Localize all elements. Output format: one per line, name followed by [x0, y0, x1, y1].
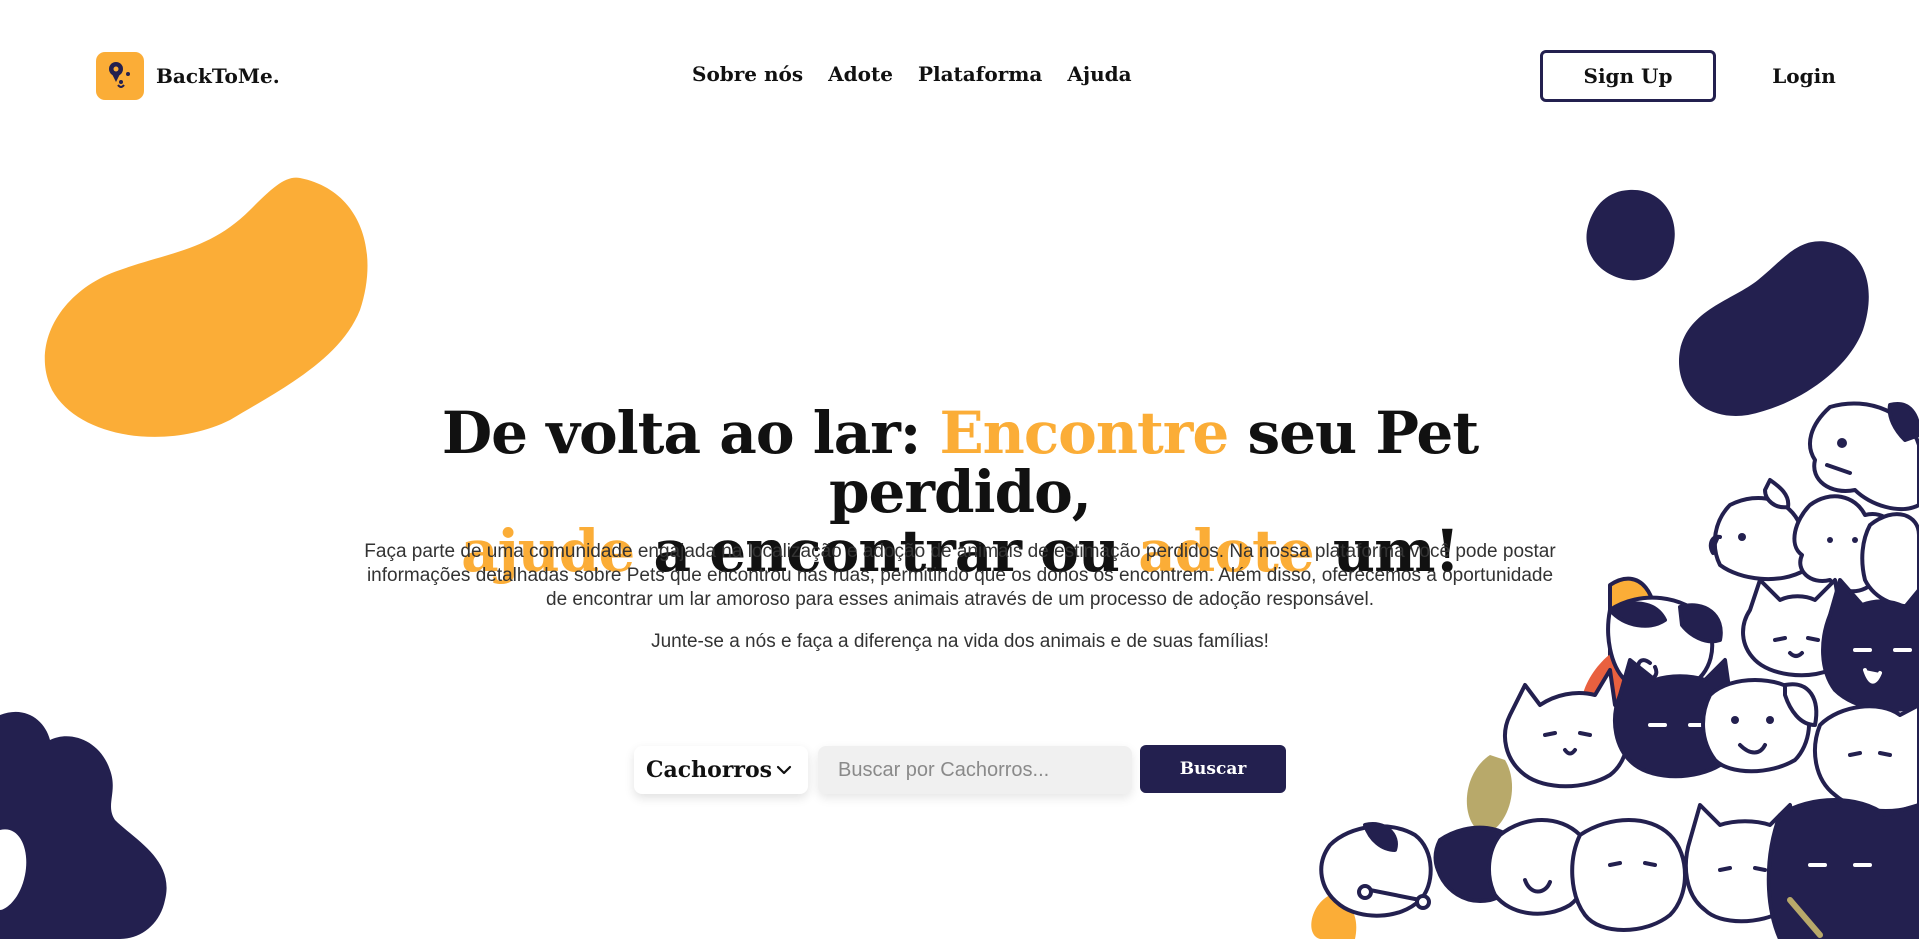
site-header: BackToMe. Sobre nós Adote Plataforma Aju…: [0, 0, 1919, 152]
navy-flower-blob-decoration: [0, 711, 167, 939]
category-select-value: Cachorros: [646, 757, 773, 783]
hero-title-part1: De volta ao lar:: [441, 399, 940, 467]
hero-title-accent-encontre: Encontre: [939, 399, 1229, 467]
search-button[interactable]: Buscar: [1140, 745, 1286, 793]
orange-blob-decoration: [44, 177, 368, 437]
nav-item-plataforma[interactable]: Plataforma: [918, 62, 1042, 86]
chevron-down-icon: [776, 765, 792, 775]
search-input[interactable]: [818, 746, 1132, 794]
logo-icon[interactable]: [96, 52, 144, 100]
signup-button[interactable]: Sign Up: [1540, 50, 1716, 102]
pets-illustration: [1311, 401, 1919, 939]
navy-blob-large-decoration: [1678, 241, 1869, 416]
nav-item-ajuda[interactable]: Ajuda: [1067, 62, 1131, 86]
main-nav: Sobre nós Adote Plataforma Ajuda: [692, 62, 1132, 86]
nav-item-adote[interactable]: Adote: [828, 62, 893, 86]
login-button[interactable]: Login: [1756, 50, 1852, 102]
nav-item-sobre-nos[interactable]: Sobre nós: [692, 62, 803, 86]
brand-name[interactable]: BackToMe.: [156, 64, 280, 88]
category-select[interactable]: Cachorros: [634, 746, 808, 794]
navy-blob-small-decoration: [1586, 189, 1675, 281]
